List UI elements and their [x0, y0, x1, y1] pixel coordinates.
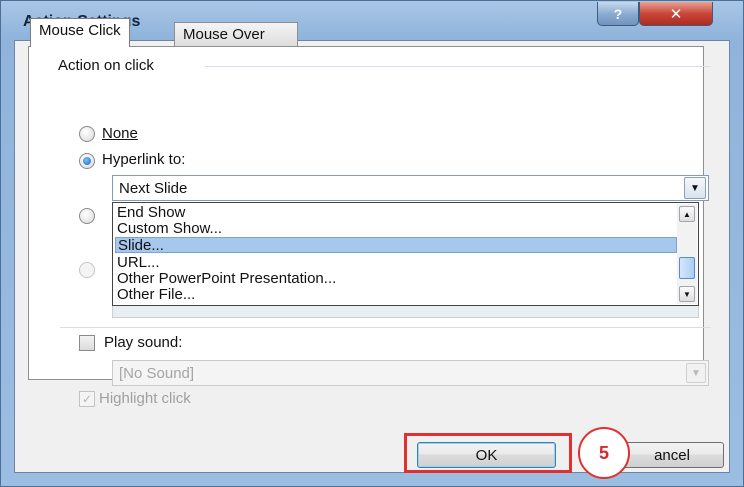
ok-highlight-box — [404, 433, 572, 473]
play-sound-checkbox[interactable] — [79, 335, 95, 351]
radio-none[interactable] — [79, 126, 95, 142]
hidden-combo-edge — [112, 304, 699, 318]
radio-none-label: None — [102, 125, 138, 142]
hyperlink-options-list[interactable]: End Show Custom Show... Slide... URL... … — [112, 202, 699, 306]
list-item-other-presentation[interactable]: Other PowerPoint Presentation... — [117, 271, 336, 287]
play-sound-label: Play sound: — [104, 334, 183, 351]
checkmark-icon: ✓ — [81, 392, 93, 406]
list-item-slide-label: Slide... — [118, 237, 164, 254]
group-divider — [205, 66, 711, 67]
chevron-down-icon: ▼ — [691, 367, 701, 379]
cancel-button-label: ancel — [654, 446, 690, 464]
radio-run-macro[interactable] — [79, 262, 95, 278]
help-button[interactable]: ? — [597, 2, 639, 26]
list-item-custom-show[interactable]: Custom Show... — [117, 221, 222, 237]
chevron-down-icon: ▼ — [690, 182, 700, 194]
section-divider — [60, 327, 711, 328]
list-item-other-file[interactable]: Other File... — [117, 287, 195, 303]
chevron-up-icon: ▲ — [683, 209, 691, 219]
sound-dropdown-button[interactable]: ▼ — [686, 363, 706, 383]
chevron-down-icon: ▼ — [683, 289, 691, 299]
sound-dropdown-value: [No Sound] — [119, 365, 195, 382]
radio-hyperlink-label: Hyperlink to: — [102, 151, 186, 168]
scroll-up-button[interactable]: ▲ — [679, 206, 695, 222]
sound-dropdown[interactable]: [No Sound] ▼ — [112, 360, 709, 386]
tab-mouse-over[interactable]: Mouse Over — [174, 22, 298, 48]
tab-mouse-click[interactable]: Mouse Click — [30, 18, 130, 47]
scroll-down-button[interactable]: ▼ — [679, 286, 695, 302]
help-icon: ? — [613, 5, 623, 22]
radio-run-program[interactable] — [79, 208, 95, 224]
action-on-click-label: Action on click — [58, 57, 158, 74]
list-item-end-show[interactable]: End Show — [117, 205, 185, 221]
list-item-url[interactable]: URL... — [117, 255, 160, 271]
list-item-slide[interactable]: Slide... — [115, 237, 677, 254]
highlight-click-checkbox[interactable]: ✓ — [79, 391, 95, 407]
hyperlink-dropdown[interactable]: Next Slide ▼ — [112, 175, 709, 201]
close-icon: ✕ — [669, 5, 683, 23]
step-number-badge: 5 — [578, 427, 630, 479]
highlight-click-label: Highlight click — [99, 390, 191, 407]
scroll-thumb[interactable] — [679, 257, 695, 279]
radio-hyperlink[interactable] — [79, 153, 95, 169]
hyperlink-dropdown-button[interactable]: ▼ — [684, 177, 706, 199]
hyperlink-dropdown-value: Next Slide — [119, 180, 188, 197]
close-button[interactable]: ✕ — [639, 2, 713, 26]
list-scrollbar[interactable]: ▲ ▼ — [677, 204, 697, 304]
